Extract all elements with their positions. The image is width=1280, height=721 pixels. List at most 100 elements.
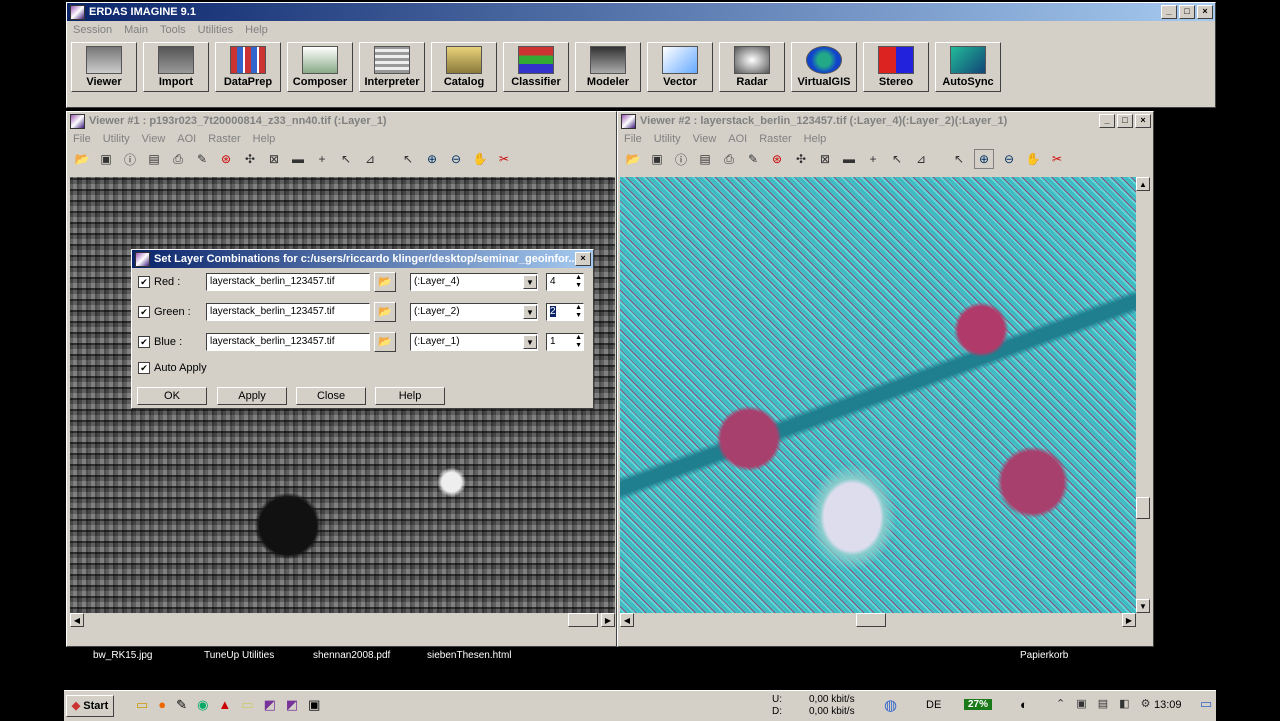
chevron-down-icon[interactable]: ▼ bbox=[523, 275, 537, 289]
viewer1-menu-help[interactable]: Help bbox=[253, 133, 276, 145]
blue-band-stepper[interactable]: 1 ▲ ▼ bbox=[546, 333, 584, 351]
scale-icon[interactable]: ⊠ bbox=[265, 150, 283, 168]
tool-autosync-button[interactable]: AutoSync bbox=[935, 42, 1001, 92]
desktop-icon-tuneup[interactable]: TuneUp Utilities bbox=[204, 650, 274, 661]
erdas-task-icon-2[interactable]: ◩ bbox=[286, 697, 298, 713]
viewer2-image[interactable] bbox=[620, 177, 1136, 613]
minimize-button[interactable]: _ bbox=[1161, 5, 1177, 19]
menu-help[interactable]: Help bbox=[245, 24, 268, 36]
fit-icon[interactable]: ✣ bbox=[792, 150, 810, 168]
inquire-icon[interactable]: ↖ bbox=[888, 150, 906, 168]
tool-import-button[interactable]: Import bbox=[143, 42, 209, 92]
viewer2-menu-raster[interactable]: Raster bbox=[759, 133, 791, 145]
target-icon[interactable]: ⊛ bbox=[768, 150, 786, 168]
folder-icon[interactable]: ▭ bbox=[241, 697, 253, 713]
scroll-down-icon[interactable]: ▼ bbox=[1136, 599, 1150, 613]
notepad-icon[interactable]: ✎ bbox=[176, 697, 187, 713]
viewer1-hscrollbar[interactable]: ◀ ▶ bbox=[70, 613, 615, 627]
tool-task-icon[interactable]: ▣ bbox=[308, 697, 320, 713]
viewer2-menu-file[interactable]: File bbox=[624, 133, 642, 145]
desktop-icon-bw-rk15[interactable]: bw_RK15.jpg bbox=[93, 650, 152, 661]
menu-session[interactable]: Session bbox=[73, 24, 112, 36]
pan-icon[interactable]: ✋ bbox=[471, 150, 489, 168]
scroll-right-icon[interactable]: ▶ bbox=[601, 613, 615, 627]
acrobat-icon[interactable]: ▲ bbox=[218, 697, 231, 713]
green-file-field[interactable]: layerstack_berlin_123457.tif bbox=[206, 303, 370, 321]
viewer1-scroll-thumb[interactable] bbox=[568, 613, 598, 627]
pointer-icon[interactable]: ↖ bbox=[399, 150, 417, 168]
print-icon[interactable]: ⎙ bbox=[720, 150, 738, 168]
new-icon[interactable]: ▣ bbox=[648, 150, 666, 168]
menu-main[interactable]: Main bbox=[124, 24, 148, 36]
inquire-icon[interactable]: ↖ bbox=[337, 150, 355, 168]
viewer1-titlebar[interactable]: Viewer #1 : p193r023_7t20000814_z33_nn40… bbox=[67, 112, 616, 130]
save-icon[interactable]: ▤ bbox=[696, 150, 714, 168]
menu-tools[interactable]: Tools bbox=[160, 24, 186, 36]
spin-icon[interactable]: ▲ ▼ bbox=[575, 334, 582, 350]
desktop-icon-siebenthesen[interactable]: siebenThesen.html bbox=[427, 650, 512, 661]
dialog-titlebar[interactable]: Set Layer Combinations for c:/users/ricc… bbox=[132, 250, 593, 268]
open-icon[interactable]: 📂 bbox=[73, 150, 91, 168]
viewer2-menu-utility[interactable]: Utility bbox=[654, 133, 681, 145]
blue-file-field[interactable]: layerstack_berlin_123457.tif bbox=[206, 333, 370, 351]
measure-icon[interactable]: ▬ bbox=[289, 150, 307, 168]
menu-utilities[interactable]: Utilities bbox=[198, 24, 233, 36]
explorer-icon[interactable]: ▭ bbox=[136, 697, 148, 713]
zoom-out-icon[interactable]: ⊖ bbox=[1000, 150, 1018, 168]
viewer2-menu-view[interactable]: View bbox=[693, 133, 717, 145]
viewer2-vscroll-thumb[interactable] bbox=[1136, 497, 1150, 519]
profile-icon[interactable]: ⊿ bbox=[912, 150, 930, 168]
firefox-icon[interactable]: ● bbox=[158, 697, 166, 713]
power-icon[interactable]: ◐ bbox=[1020, 697, 1028, 712]
globe-icon[interactable]: ◍ bbox=[884, 696, 897, 714]
viewer2-maximize-button[interactable]: □ bbox=[1117, 114, 1133, 128]
viewer1-menu-utility[interactable]: Utility bbox=[103, 133, 130, 145]
tool-viewer-button[interactable]: Viewer bbox=[71, 42, 137, 92]
red-layer-select[interactable]: (:Layer_4) ▼ bbox=[410, 273, 538, 291]
viewer2-close-button[interactable]: × bbox=[1135, 114, 1151, 128]
ok-button[interactable]: OK bbox=[137, 387, 207, 405]
maximize-button[interactable]: □ bbox=[1179, 5, 1195, 19]
viewer1-menu-aoi[interactable]: AOI bbox=[177, 133, 196, 145]
tool-stereo-button[interactable]: Stereo bbox=[863, 42, 929, 92]
green-checkbox[interactable]: ✔ bbox=[138, 306, 150, 318]
info-icon[interactable]: ⓘ bbox=[672, 150, 690, 168]
tool-virtualgis-button[interactable]: VirtualGIS bbox=[791, 42, 857, 92]
viewer2-menu-help[interactable]: Help bbox=[804, 133, 827, 145]
blue-browse-button[interactable]: 📂 bbox=[374, 332, 396, 352]
profile-icon[interactable]: ⊿ bbox=[361, 150, 379, 168]
new-icon[interactable]: ▣ bbox=[97, 150, 115, 168]
crosshair-icon[interactable]: + bbox=[864, 150, 882, 168]
viewer2-titlebar[interactable]: Viewer #2 : layerstack_berlin_123457.tif… bbox=[618, 112, 1153, 130]
link-icon[interactable]: ✂ bbox=[1048, 150, 1066, 168]
green-band-stepper[interactable]: 2 ▲ ▼ bbox=[546, 303, 584, 321]
pan-icon[interactable]: ✋ bbox=[1024, 150, 1042, 168]
close-button[interactable]: × bbox=[1197, 5, 1213, 19]
measure-icon[interactable]: ▬ bbox=[840, 150, 858, 168]
spin-icon[interactable]: ▲ ▼ bbox=[575, 304, 582, 320]
close-dialog-button[interactable]: Close bbox=[296, 387, 366, 405]
tool-modeler-button[interactable]: Modeler bbox=[575, 42, 641, 92]
tool-dataprep-button[interactable]: DataPrep bbox=[215, 42, 281, 92]
target-icon[interactable]: ⊛ bbox=[217, 150, 235, 168]
scroll-left-icon[interactable]: ◀ bbox=[70, 613, 84, 627]
blue-checkbox[interactable]: ✔ bbox=[138, 336, 150, 348]
scroll-up-icon[interactable]: ▲ bbox=[1136, 177, 1150, 191]
tool-vector-button[interactable]: Vector bbox=[647, 42, 713, 92]
tool-composer-button[interactable]: Composer bbox=[287, 42, 353, 92]
dialog-close-icon[interactable]: × bbox=[575, 252, 591, 266]
pointer-icon[interactable]: ↖ bbox=[950, 150, 968, 168]
chevron-down-icon[interactable]: ▼ bbox=[523, 335, 537, 349]
apply-button[interactable]: Apply bbox=[217, 387, 287, 405]
red-band-stepper[interactable]: 4 ▲ ▼ bbox=[546, 273, 584, 291]
viewer2-menu-aoi[interactable]: AOI bbox=[728, 133, 747, 145]
tool-interpreter-button[interactable]: Interpreter bbox=[359, 42, 425, 92]
language-indicator[interactable]: DE bbox=[926, 699, 941, 711]
viewer1-menu-file[interactable]: File bbox=[73, 133, 91, 145]
red-browse-button[interactable]: 📂 bbox=[374, 272, 396, 292]
battery-indicator[interactable]: 27% bbox=[964, 699, 993, 710]
green-layer-select[interactable]: (:Layer_2) ▼ bbox=[410, 303, 538, 321]
eraser-icon[interactable]: ✎ bbox=[744, 150, 762, 168]
tool-classifier-button[interactable]: Classifier bbox=[503, 42, 569, 92]
show-desktop-icon[interactable]: ▭ bbox=[1200, 696, 1212, 712]
